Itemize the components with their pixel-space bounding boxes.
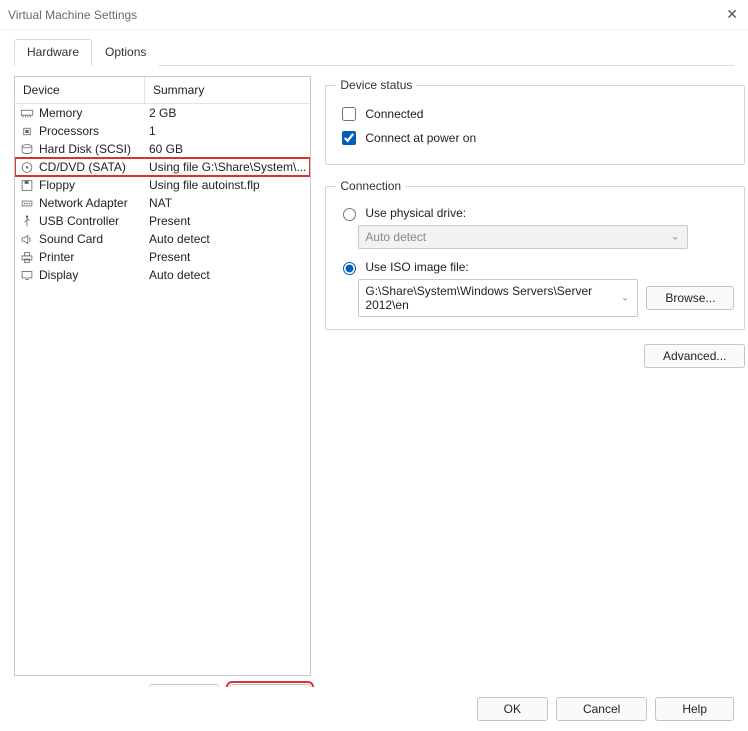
connected-checkbox[interactable] [342,107,356,121]
iso-file-select[interactable]: G:\Share\System\Windows Servers\Server 2… [358,279,638,317]
connected-checkbox-row[interactable]: Connected [338,104,732,124]
device-summary: Present [149,214,306,228]
tab-options[interactable]: Options [92,39,159,66]
device-name: Floppy [39,178,75,192]
poweron-checkbox[interactable] [342,131,356,145]
device-row[interactable]: Memory 2 GB [15,104,310,122]
device-name: Display [39,268,78,282]
tabs: Hardware Options [14,38,734,66]
device-status-legend: Device status [336,78,416,92]
device-summary: Auto detect [149,268,306,282]
device-list: Device Summary Memory 2 GB Processors 1 Hard… [14,76,311,676]
header-summary[interactable]: Summary [145,77,310,103]
disk-icon [19,142,35,156]
poweron-checkbox-row[interactable]: Connect at power on [338,128,732,148]
device-summary: NAT [149,196,306,210]
device-row[interactable]: Floppy Using file autoinst.flp [15,176,310,194]
usb-icon [19,214,35,228]
cancel-button[interactable]: Cancel [556,697,647,721]
connection-legend: Connection [336,179,405,193]
device-summary: Using file G:\Share\System\... [149,160,306,174]
device-row[interactable]: Processors 1 [15,122,310,140]
connected-label: Connected [365,107,423,121]
device-row[interactable]: Sound Card Auto detect [15,230,310,248]
window-title: Virtual Machine Settings [8,8,137,22]
poweron-label: Connect at power on [365,131,476,145]
printer-icon [19,250,35,264]
browse-button[interactable]: Browse... [646,286,734,310]
chevron-down-icon: ⌄ [671,232,679,243]
device-summary: Auto detect [149,232,306,246]
physical-radio[interactable] [343,208,356,221]
device-row[interactable]: Network Adapter NAT [15,194,310,212]
floppy-icon [19,178,35,192]
titlebar: Virtual Machine Settings ✕ [0,0,748,30]
cd-icon [19,160,35,174]
device-row[interactable]: CD/DVD (SATA) Using file G:\Share\System\… [15,158,310,176]
connection-group: Connection Use physical drive: Auto dete… [325,179,745,330]
device-name: USB Controller [39,214,119,228]
physical-drive-value: Auto detect [365,230,426,244]
device-summary: Using file autoinst.flp [149,178,306,192]
device-summary: 1 [149,124,306,138]
device-name: Hard Disk (SCSI) [39,142,131,156]
header-device[interactable]: Device [15,77,145,103]
device-name: Network Adapter [39,196,128,210]
chevron-down-icon[interactable]: ⌄ [621,293,629,304]
advanced-button[interactable]: Advanced... [644,344,745,368]
device-row[interactable]: USB Controller Present [15,212,310,230]
device-row[interactable]: Display Auto detect [15,266,310,284]
iso-radio-row[interactable]: Use ISO image file: [338,259,732,275]
device-summary: 2 GB [149,106,306,120]
device-name: Printer [39,250,74,264]
physical-drive-select: Auto detect ⌄ [358,225,688,249]
iso-radio[interactable] [343,262,356,275]
display-icon [19,268,35,282]
device-status-group: Device status Connected Connect at power… [325,78,745,165]
sound-icon [19,232,35,246]
cpu-icon [19,124,35,138]
device-name: CD/DVD (SATA) [39,160,126,174]
list-header: Device Summary [15,77,310,104]
physical-label: Use physical drive: [365,206,466,220]
tab-hardware[interactable]: Hardware [14,39,92,66]
device-name: Processors [39,124,99,138]
iso-label: Use ISO image file: [365,260,468,274]
device-row[interactable]: Hard Disk (SCSI) 60 GB [15,140,310,158]
device-summary: Present [149,250,306,264]
device-name: Memory [39,106,82,120]
iso-file-value: G:\Share\System\Windows Servers\Server 2… [365,284,592,312]
device-name: Sound Card [39,232,103,246]
help-button[interactable]: Help [655,697,734,721]
physical-radio-row[interactable]: Use physical drive: [338,205,732,221]
device-summary: 60 GB [149,142,306,156]
memory-icon [19,106,35,120]
dialog-footer: OK Cancel Help [0,687,748,731]
close-icon[interactable]: ✕ [726,6,738,23]
net-icon [19,196,35,210]
ok-button[interactable]: OK [477,697,548,721]
device-row[interactable]: Printer Present [15,248,310,266]
